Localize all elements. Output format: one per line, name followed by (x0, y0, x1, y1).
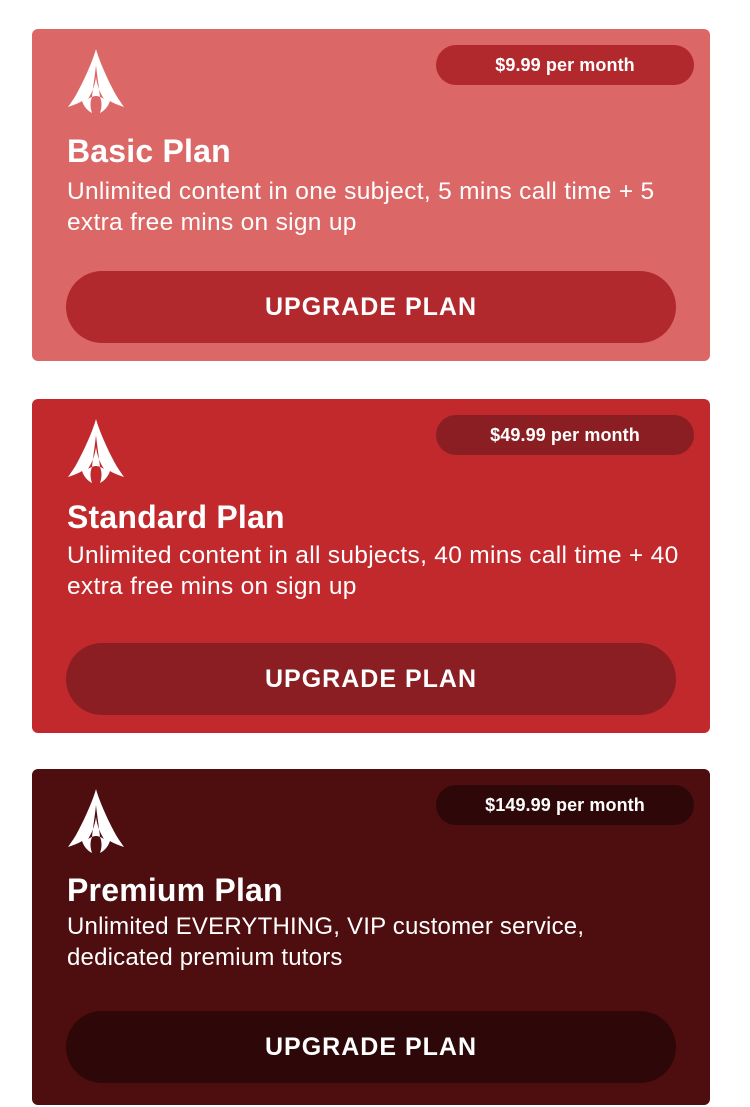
plan-description: Unlimited EVERYTHING, VIP customer servi… (67, 913, 585, 971)
assassin-emblem-icon (68, 49, 124, 113)
plan-description: Unlimited content in all subjects, 40 mi… (67, 542, 679, 600)
plan-card-basic: $9.99 per month Basic Plan Unlimited con… (32, 29, 710, 361)
upgrade-plan-button[interactable]: UPGRADE PLAN (66, 1011, 676, 1083)
plan-card-standard: $49.99 per month Standard Plan Unlimited… (32, 399, 710, 733)
price-badge: $49.99 per month (436, 415, 694, 455)
plans-page: $9.99 per month Basic Plan Unlimited con… (0, 0, 750, 1107)
price-badge: $9.99 per month (436, 45, 694, 85)
plan-title: Basic Plan (67, 133, 231, 169)
assassin-emblem-icon (68, 419, 124, 483)
price-badge: $149.99 per month (436, 785, 694, 825)
plan-title: Premium Plan (67, 872, 283, 908)
plan-description: Unlimited content in one subject, 5 mins… (67, 178, 655, 236)
upgrade-plan-button[interactable]: UPGRADE PLAN (66, 643, 676, 715)
assassin-emblem-icon (68, 789, 124, 853)
upgrade-plan-button[interactable]: UPGRADE PLAN (66, 271, 676, 343)
plan-title: Standard Plan (67, 499, 285, 535)
plan-card-premium: $149.99 per month Premium Plan Unlimited… (32, 769, 710, 1105)
